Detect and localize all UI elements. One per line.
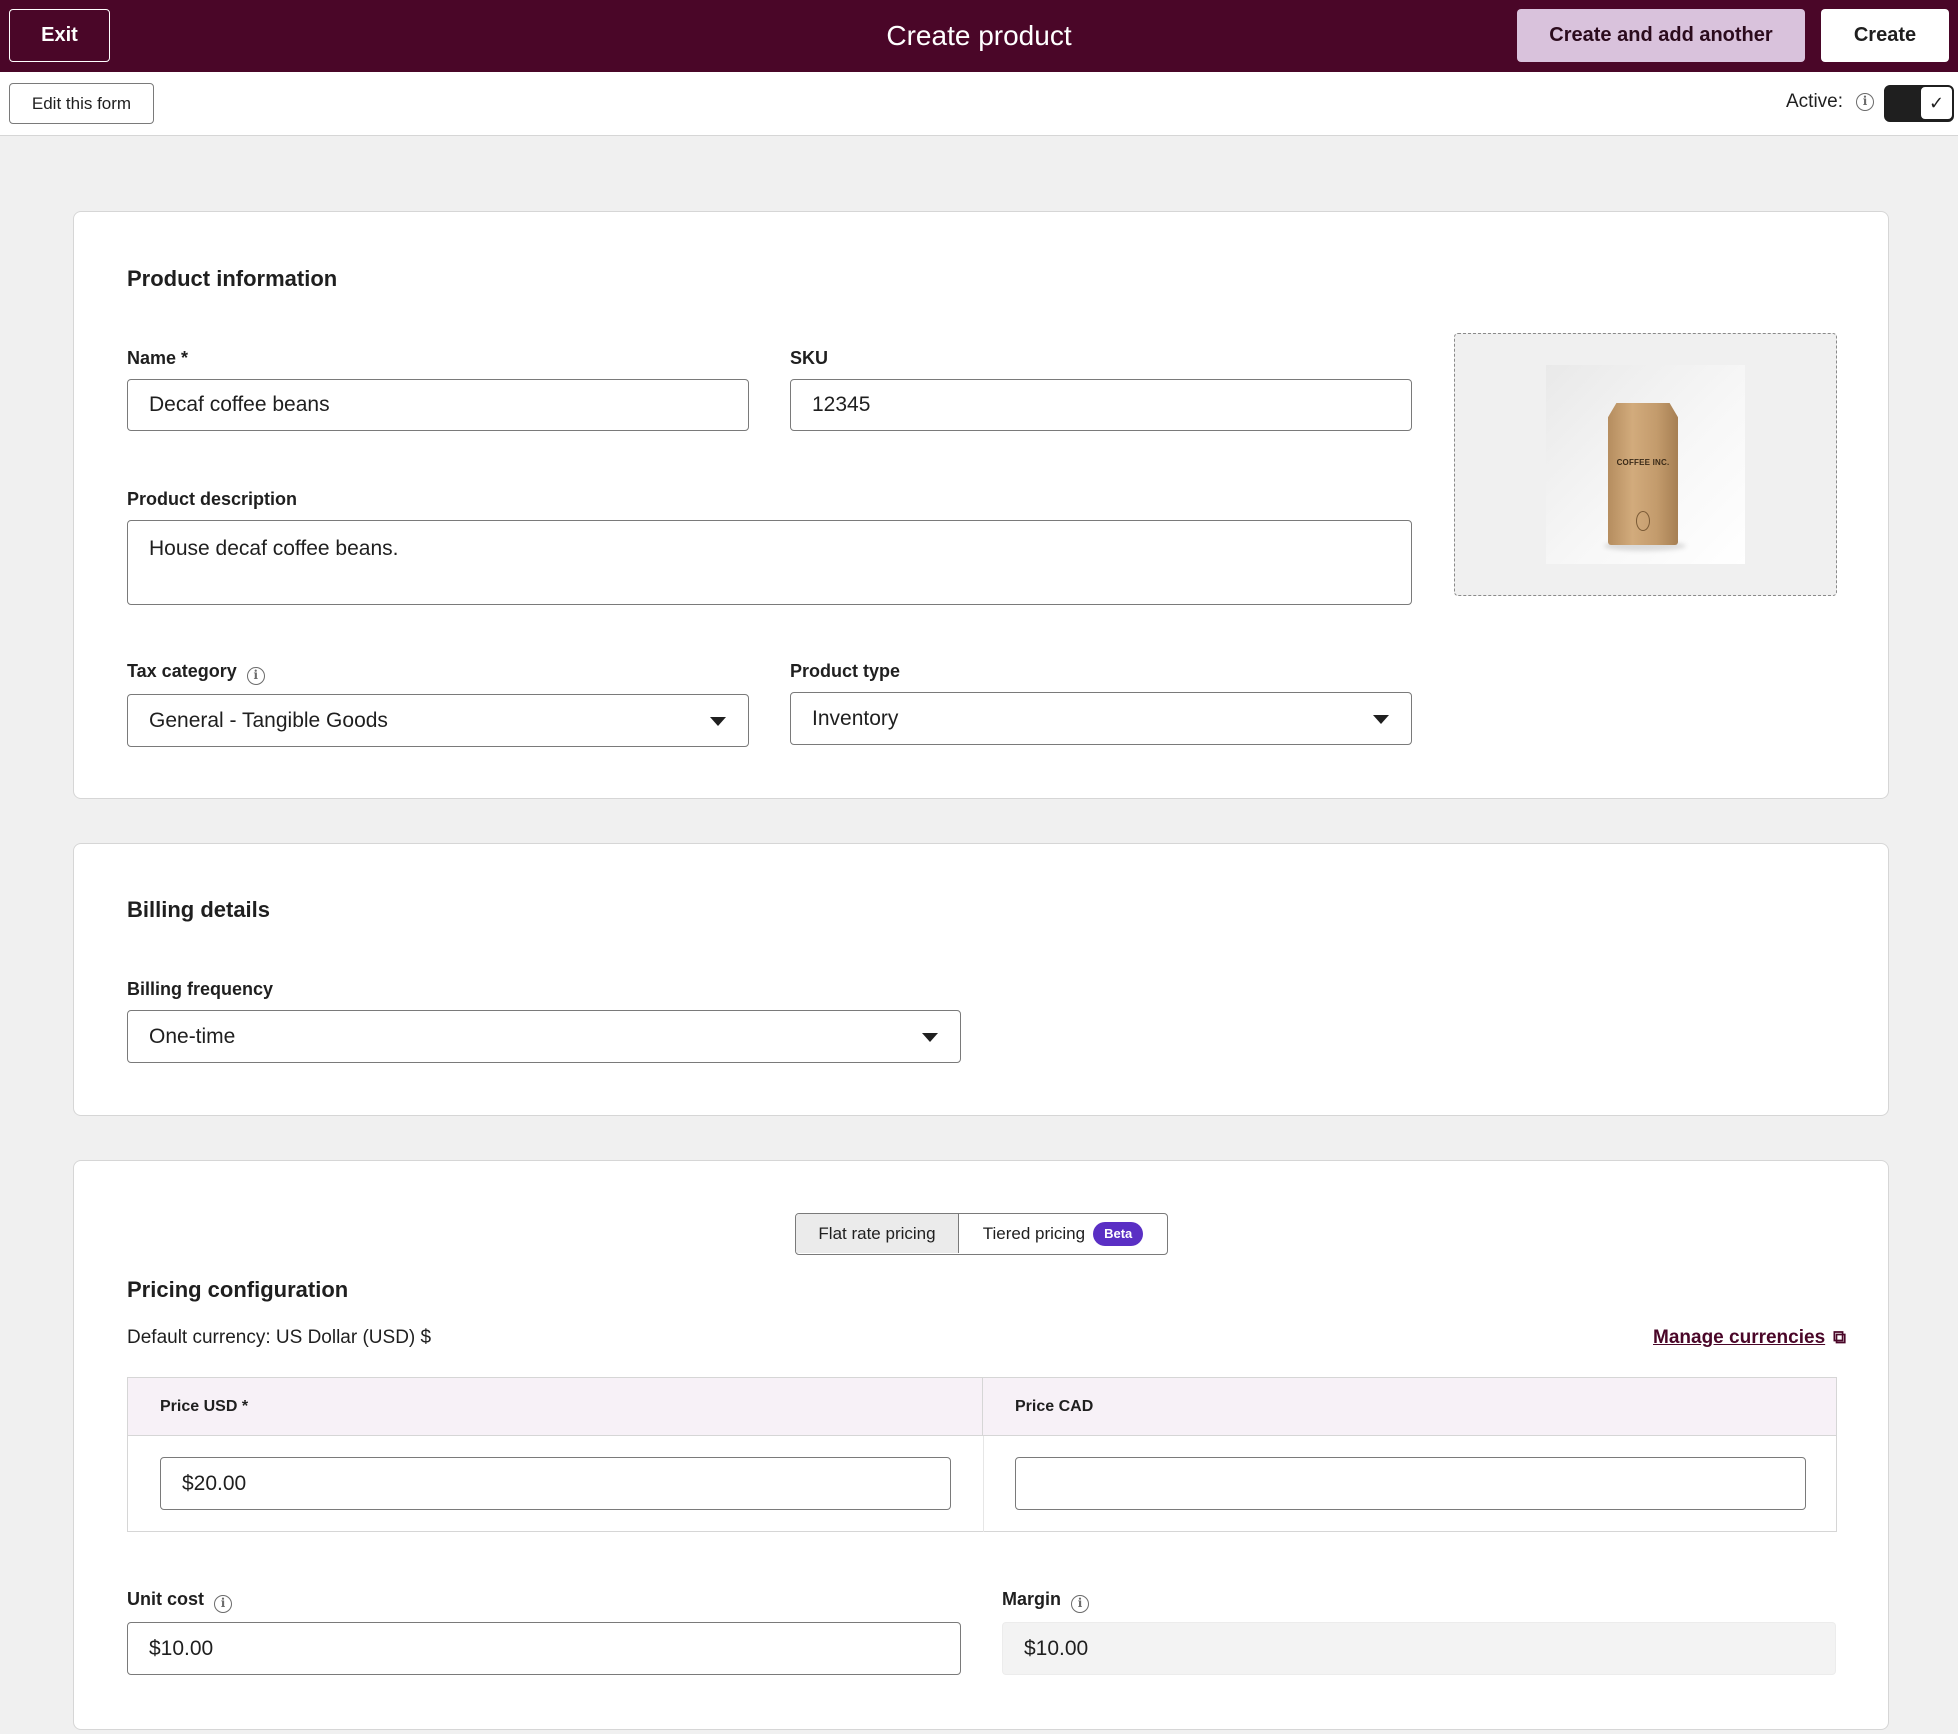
product-type-select[interactable]: Inventory <box>790 692 1412 745</box>
billing-frequency-value: One-time <box>149 1024 236 1048</box>
sku-label: SKU <box>790 348 829 368</box>
tax-category-value: General - Tangible Goods <box>149 708 388 732</box>
info-icon[interactable]: i <box>214 1595 233 1613</box>
billing-frequency-label: Billing frequency <box>127 979 274 999</box>
sku-value: 12345 <box>812 393 871 416</box>
name-label: Name * <box>127 348 189 368</box>
description-textarea[interactable]: House decaf coffee beans. <box>127 520 1412 605</box>
price-usd-header: Price USD * <box>128 1378 983 1436</box>
section-title: Pricing configuration <box>127 1277 349 1302</box>
beta-badge: Beta <box>1093 1222 1144 1246</box>
product-image-dropzone[interactable]: COFFEE INC. <box>1454 333 1837 596</box>
price-cad-input[interactable] <box>1015 1457 1806 1510</box>
pricing-type-toggle: Flat rate pricing Tiered pricing Beta <box>795 1213 1168 1255</box>
product-information-card: Product information Name * Decaf coffee … <box>73 211 1889 799</box>
price-cad-header: Price CAD <box>983 1378 1836 1436</box>
checkmark-icon: ✓ <box>1920 86 1953 120</box>
unit-cost-value: $10.00 <box>149 1636 214 1660</box>
price-usd-value: $20.00 <box>182 1471 247 1495</box>
info-icon[interactable]: i <box>1071 1595 1090 1613</box>
price-usd-input[interactable]: $20.00 <box>160 1457 951 1510</box>
tab-flat-rate-pricing[interactable]: Flat rate pricing <box>796 1214 959 1253</box>
section-title: Product information <box>127 266 338 291</box>
product-image: COFFEE INC. <box>1546 365 1745 564</box>
form-toolbar: Edit this form Active: i ✓ <box>0 72 1958 136</box>
margin-label-text: Margin <box>1002 1589 1062 1609</box>
create-and-add-another-button[interactable]: Create and add another <box>1517 9 1805 62</box>
bag-label: COFFEE INC. <box>1616 458 1670 467</box>
manage-currencies-label: Manage currencies <box>1653 1327 1826 1348</box>
coffee-bean-icon <box>1636 511 1650 531</box>
tiered-pricing-label: Tiered pricing <box>982 1224 1086 1243</box>
column-divider <box>983 1436 984 1532</box>
manage-currencies-link[interactable]: Manage currencies ⧉ <box>1653 1327 1846 1349</box>
name-value: Decaf coffee beans <box>149 393 330 416</box>
coffee-bag-image: COFFEE INC. <box>1608 403 1678 545</box>
name-input[interactable]: Decaf coffee beans <box>127 379 749 431</box>
unit-cost-input[interactable]: $10.00 <box>127 1622 961 1675</box>
info-icon[interactable]: i <box>246 667 265 685</box>
margin-readonly: $10.00 <box>1002 1622 1836 1675</box>
tax-category-select[interactable]: General - Tangible Goods <box>127 694 749 747</box>
margin-value: $10.00 <box>1024 1636 1089 1660</box>
tax-category-label-text: Tax category <box>127 661 237 681</box>
unit-cost-label-text: Unit cost <box>127 1589 205 1609</box>
billing-details-card: Billing details Billing frequency One-ti… <box>73 843 1889 1116</box>
pricing-card: Flat rate pricing Tiered pricing Beta Pri… <box>73 1160 1889 1730</box>
caret-down-icon <box>1373 714 1389 724</box>
caret-down-icon <box>710 716 726 726</box>
external-link-icon: ⧉ <box>1833 1327 1846 1347</box>
billing-frequency-select[interactable]: One-time <box>127 1010 961 1063</box>
price-table: Price USD * Price CAD $20.00 <box>127 1377 1837 1532</box>
caret-down-icon <box>922 1032 938 1042</box>
info-icon[interactable]: i <box>1856 93 1874 111</box>
exit-button[interactable]: Exit <box>9 9 110 62</box>
active-label: Active: <box>1786 91 1844 112</box>
create-button[interactable]: Create <box>1821 9 1949 62</box>
margin-label: Margin i <box>1002 1589 1090 1613</box>
active-toggle[interactable]: ✓ <box>1884 85 1954 122</box>
product-type-value: Inventory <box>812 706 899 730</box>
description-label: Product description <box>127 489 298 509</box>
tax-category-label: Tax category i <box>127 661 265 685</box>
unit-cost-label: Unit cost i <box>127 1589 233 1613</box>
edit-form-button[interactable]: Edit this form <box>9 83 154 124</box>
description-value: House decaf coffee beans. <box>149 537 399 560</box>
section-title: Billing details <box>127 897 271 922</box>
tab-tiered-pricing[interactable]: Tiered pricing Beta <box>959 1214 1167 1253</box>
sku-input[interactable]: 12345 <box>790 379 1412 431</box>
top-header: Exit Create product Create and add anoth… <box>0 0 1958 72</box>
product-type-label: Product type <box>790 661 901 681</box>
default-currency-text: Default currency: US Dollar (USD) $ <box>127 1327 432 1348</box>
